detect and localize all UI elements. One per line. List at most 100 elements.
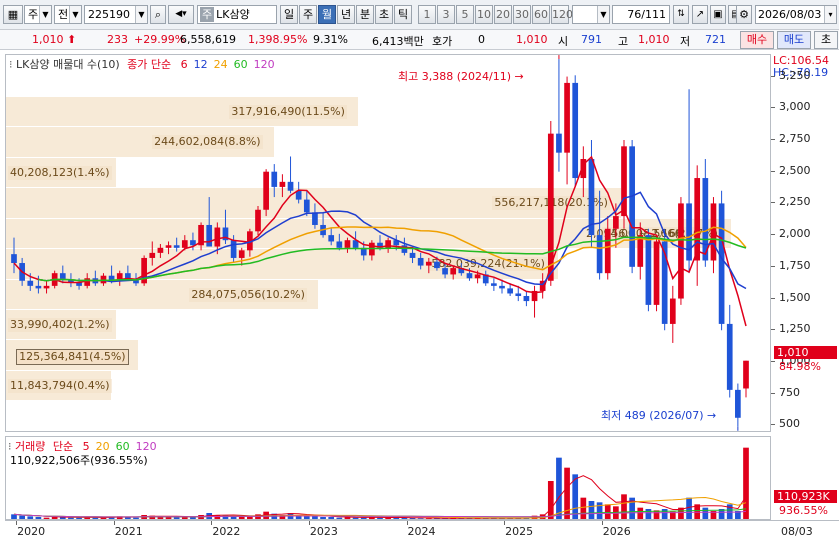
time-axis-tick [308,521,310,525]
reset-button[interactable]: 초 [814,31,838,49]
volume-bar [580,497,587,519]
price-axis-label: 2,250 [779,195,811,209]
volume-pct-tag: 936.55% [779,504,828,517]
speaker-icon[interactable]: ◀▾ [168,5,194,24]
time-axis-tick [406,521,408,525]
low-annotation: 최저 489 (2026/07) → [601,407,716,423]
stock-type-badge: 주 [200,7,215,22]
trade-amount: 6,413백만 [372,35,424,48]
interval-button[interactable]: 60 [532,5,550,24]
mode-select-value: 전 [58,8,69,21]
volume: 6,558,619 [180,33,236,46]
high-annotation-text: 최고 3,388 (2024/11) [398,70,512,83]
volume-bar [637,507,644,519]
time-axis-label: 2023 [309,525,338,538]
stock-name-field[interactable]: 주 LK삼양 [197,5,277,24]
stock-code-input[interactable]: 225190 ▼ [84,5,148,24]
volume-chart-pane[interactable]: ⁝ 거래량 단순 5 20 60 120 110,922,506주(936.55%) [5,436,771,520]
price-axis-tick [771,424,775,426]
page-counter: 76/111 [612,5,670,24]
period-button[interactable]: 주 [299,5,317,24]
buy-button[interactable]: 매수 [740,31,774,49]
candle-body [417,257,424,266]
candle-body [263,171,269,210]
interval-button[interactable]: 120 [551,5,573,24]
time-axis-tick [601,521,603,525]
candle-body [669,298,676,324]
low-value: 721 [705,33,726,46]
arrow-right-icon: → [514,70,524,83]
candle-body [157,247,164,253]
interval-button[interactable]: 20 [494,5,512,24]
price-pane-title: LK삼양 매물대 수(10) [16,58,120,71]
price-pane-legend: ⁝ LK삼양 매물대 수(10) 종가 단순 6 12 24 60 120 [9,56,275,72]
date-value: 2026/08/03 [758,8,822,21]
interval-input[interactable]: ▼ [572,5,610,24]
candle-body [442,268,448,275]
gear-icon[interactable]: ⚙ [736,5,752,24]
chevron-down-icon: ▼ [597,6,609,23]
chart-toolbar: ▦ 주 ▼ 전 ▼ 225190 ▼ ⌕ ◀▾ 주 LK삼양 일주월년분초틱 1 3 5 10… [0,0,839,30]
mode-select[interactable]: 전 ▼ [54,5,82,24]
chevron-down-icon: ▼ [69,6,81,23]
volume-bar [564,467,570,519]
market-select[interactable]: 주 ▼ [24,5,52,24]
candle-body [564,82,570,153]
ma-legend-item: 120 [253,58,275,71]
chart-tool-icon[interactable]: ↗ [692,5,708,24]
interval-button[interactable]: 10 [475,5,493,24]
candle-body [621,146,627,217]
price-axis-label: 750 [779,385,800,399]
volume-bar [556,457,562,519]
period-button[interactable]: 월 [318,5,336,24]
interval-button[interactable]: 1 [418,5,436,24]
interval-button[interactable]: 30 [513,5,531,24]
period-button[interactable]: 분 [356,5,374,24]
price-axis-label: 1,750 [779,258,811,272]
volume-bar [702,507,709,519]
chevron-down-icon: ▼ [135,6,147,23]
candle-body [59,273,66,280]
interval-button[interactable]: 3 [437,5,455,24]
period-button[interactable]: 일 [280,5,298,24]
price-chart-pane[interactable]: 317,916,490(11.5%) 244,602,084(8.8%) 40,20… [5,54,771,432]
candle-body [27,280,34,286]
period-button[interactable]: 년 [337,5,355,24]
dot-menu-icon: ⁝ [9,58,13,71]
stock-name: LK삼양 [216,8,250,21]
turnover: 9.31% [313,33,348,46]
candle-body [271,171,278,187]
save-icon[interactable]: ▣ [710,5,726,24]
price-axis: LC:106.54 HC:-70.19 3,250 3,000 2,750 2,500… [771,54,839,432]
time-axis-label: 2026 [602,525,631,538]
candle-body [735,389,741,418]
prev-next-icon[interactable]: ⇅ [673,5,689,24]
price-axis-label: 2,000 [779,227,811,241]
candle-body [312,212,318,225]
candle-body [710,203,717,261]
period-button[interactable]: 틱 [394,5,412,24]
candle-body [499,285,505,289]
chart-menu-icon[interactable]: ▦ [3,5,23,24]
period-button[interactable]: 초 [375,5,393,24]
ma-legend-label: 종가 단순 [127,58,172,71]
candle-body [678,203,684,299]
candle-body [149,252,156,258]
candle-body [572,82,579,179]
ma-legend-periods: 6 12 24 60 120 [175,58,275,71]
search-icon[interactable]: ⌕ [150,5,166,24]
candle-body [35,285,42,289]
candle-body [165,245,172,248]
date-input[interactable]: 2026/08/03 ▾ [755,5,837,24]
time-axis: 2020 2021 2022 2023 2024 2025 2026 08/03 [5,520,839,540]
candle-body [230,240,237,258]
low-label: 저 [680,35,691,48]
interval-button[interactable]: 5 [456,5,474,24]
sell-button[interactable]: 매도 [777,31,811,49]
price-chart-svg [11,55,749,431]
candle-body [434,261,440,269]
candle-body [173,245,180,248]
current-pct-tag: 84.98% [779,360,821,373]
candle-body [629,146,635,267]
candle-body [425,261,432,266]
